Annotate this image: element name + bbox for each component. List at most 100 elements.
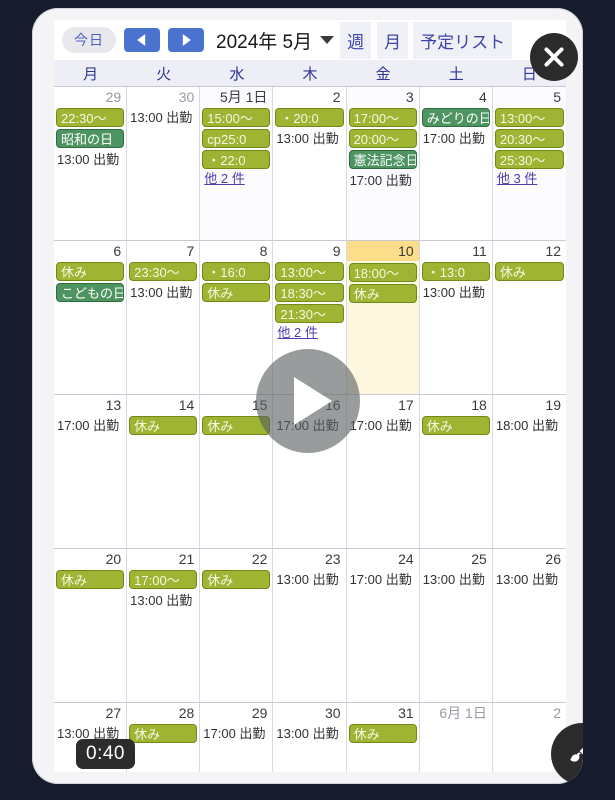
day-cell[interactable]: 23 13:00 出勤 (273, 549, 347, 703)
day-cell[interactable]: 29 22:30〜 昭和の日 13:00 出勤 (54, 87, 128, 241)
play-icon (294, 377, 332, 425)
day-cell[interactable]: 2 ・20:0 13:00 出勤 (273, 87, 347, 241)
event-chip[interactable]: ・20:0 (275, 108, 344, 127)
day-cell[interactable]: 14 休み (127, 395, 201, 549)
event-chip[interactable]: 15:00〜 (202, 108, 271, 127)
tab-month[interactable]: 月 (377, 21, 409, 59)
day-cell[interactable]: 13 17:00 出勤 (54, 395, 128, 549)
event-text[interactable]: 13:00 出勤 (422, 283, 490, 302)
close-button[interactable] (530, 33, 578, 81)
event-chip[interactable]: 23:30〜 (129, 262, 198, 281)
day-cell[interactable]: 21 17:00〜 13:00 出勤 (127, 549, 201, 703)
day-cell[interactable]: 28 休み (127, 703, 201, 772)
tab-week[interactable]: 週 (340, 21, 372, 59)
day-cell[interactable]: 5月 1日 15:00〜 cp25:0 ・22:0 他 2 件 (200, 87, 274, 241)
event-chip[interactable]: 20:30〜 (494, 129, 564, 148)
weekday-header-row: 月火水木金土日 (54, 60, 566, 86)
event-chip[interactable]: 休み (348, 724, 417, 743)
day-cell[interactable]: 30 13:00 出勤 (127, 87, 201, 241)
day-cell[interactable]: 6月 1日 (419, 703, 493, 772)
event-chip[interactable]: 昭和の日 (56, 129, 125, 148)
event-text[interactable]: 17:00 出勤 (349, 570, 417, 589)
weekday-label: 月 (83, 65, 99, 83)
event-chip[interactable]: 休み (494, 262, 564, 281)
day-cell[interactable]: 26 13:00 出勤 (492, 549, 566, 703)
event-text[interactable]: 13:00 出勤 (56, 150, 124, 169)
event-text[interactable]: 17:00 出勤 (349, 171, 417, 190)
event-text[interactable]: 13:00 出勤 (129, 108, 197, 127)
event-text[interactable]: 13:00 出勤 (495, 570, 564, 589)
event-text[interactable]: 17:00 出勤 (349, 416, 417, 435)
day-cell[interactable]: 11 ・13:0 13:00 出勤 (419, 241, 493, 395)
day-cell[interactable]: 5 13:00〜 20:30〜 25:30〜他 3 件 (492, 87, 566, 241)
event-chip[interactable]: 17:00〜 (348, 108, 417, 127)
event-chip[interactable]: 21:30〜 (275, 304, 344, 323)
event-chip[interactable]: 休み (202, 283, 271, 302)
day-number: 18 (471, 397, 487, 413)
event-chip[interactable]: みどりの日 (421, 108, 490, 127)
event-text[interactable]: 13:00 出勤 (275, 129, 343, 148)
event-chip[interactable]: 休み (129, 724, 198, 743)
event-chip[interactable]: 22:30〜 (56, 108, 125, 127)
day-cell[interactable]: 30 13:00 出勤 (273, 703, 347, 772)
day-cell[interactable]: 20 休み (54, 549, 128, 703)
day-cell[interactable]: 22 休み (200, 549, 274, 703)
event-chip[interactable]: ・16:0 (202, 262, 271, 281)
day-cell[interactable]: 10 18:00〜 休み (346, 241, 420, 395)
day-cell[interactable]: 24 17:00 出勤 (346, 549, 420, 703)
day-cell[interactable]: 19 18:00 出勤 (492, 395, 566, 549)
event-text[interactable]: 17:00 出勤 (202, 724, 270, 743)
event-chip[interactable]: 13:00〜 (494, 108, 564, 127)
today-button[interactable]: 今日 (62, 27, 116, 53)
event-chip[interactable]: 13:00〜 (275, 262, 344, 281)
event-chip[interactable]: 20:00〜 (348, 129, 417, 148)
event-text[interactable]: 13:00 出勤 (275, 724, 343, 743)
day-cell[interactable]: 12 休み (492, 241, 566, 395)
day-cell[interactable]: 6 休み こどもの日 (54, 241, 128, 395)
day-cell[interactable]: 4 みどりの日 17:00 出勤 (419, 87, 493, 241)
event-chip[interactable]: 17:00〜 (129, 570, 198, 589)
event-chip[interactable]: ・22:0 (202, 150, 271, 169)
day-number: 7 (186, 243, 195, 259)
event-chip[interactable]: ・13:0 (421, 262, 490, 281)
event-chip[interactable]: 休み (56, 262, 125, 281)
play-button-overlay[interactable] (256, 349, 360, 453)
previous-month-button[interactable] (124, 28, 160, 52)
day-cell[interactable]: 29 17:00 出勤 (200, 703, 274, 772)
event-chip[interactable]: 18:00〜 (348, 263, 417, 282)
more-events-link[interactable]: 他 2 件 (202, 171, 270, 187)
event-chip[interactable]: 休み (348, 284, 417, 303)
event-chip[interactable]: cp25:0 (202, 129, 271, 148)
event-text[interactable]: 13:00 出勤 (129, 591, 197, 610)
day-cell[interactable]: 8 ・16:0 休み (200, 241, 274, 395)
event-text[interactable]: 13:00 出勤 (129, 283, 197, 302)
day-cell[interactable]: 18 休み (419, 395, 493, 549)
day-cell[interactable]: 17 17:00 出勤 (346, 395, 420, 549)
event-chip[interactable]: 25:30〜 (494, 150, 564, 169)
event-text[interactable]: 17:00 出勤 (56, 416, 124, 435)
more-events-link[interactable]: 他 2 件 (275, 325, 343, 341)
day-cell[interactable]: 25 13:00 出勤 (419, 549, 493, 703)
weekday-label: 土 (448, 65, 464, 83)
event-chip[interactable]: 休み (202, 570, 271, 589)
event-text[interactable]: 13:00 出勤 (422, 570, 490, 589)
day-cell[interactable]: 7 23:30〜 13:00 出勤 (127, 241, 201, 395)
day-cell[interactable]: 31 休み (346, 703, 420, 772)
chevron-down-icon[interactable] (320, 36, 335, 44)
next-month-button[interactable] (168, 28, 204, 52)
event-chip[interactable]: こどもの日 (56, 283, 125, 302)
event-chip[interactable]: 18:30〜 (275, 283, 344, 302)
day-number: 11 (472, 243, 487, 259)
event-text[interactable]: 17:00 出勤 (422, 129, 490, 148)
more-events-link[interactable]: 他 3 件 (495, 171, 564, 187)
day-number: 12 (545, 243, 561, 259)
chevron-left-icon (137, 34, 146, 46)
event-chip[interactable]: 憲法記念日 (348, 150, 417, 169)
day-cell[interactable]: 3 17:00〜 20:00〜 憲法記念日 17:00 出勤 (346, 87, 420, 241)
event-text[interactable]: 18:00 出勤 (495, 416, 564, 435)
event-chip[interactable]: 休み (421, 416, 490, 435)
tab-schedule-list[interactable]: 予定リスト (413, 21, 513, 59)
event-chip[interactable]: 休み (56, 570, 125, 589)
event-chip[interactable]: 休み (129, 416, 198, 435)
event-text[interactable]: 13:00 出勤 (275, 570, 343, 589)
